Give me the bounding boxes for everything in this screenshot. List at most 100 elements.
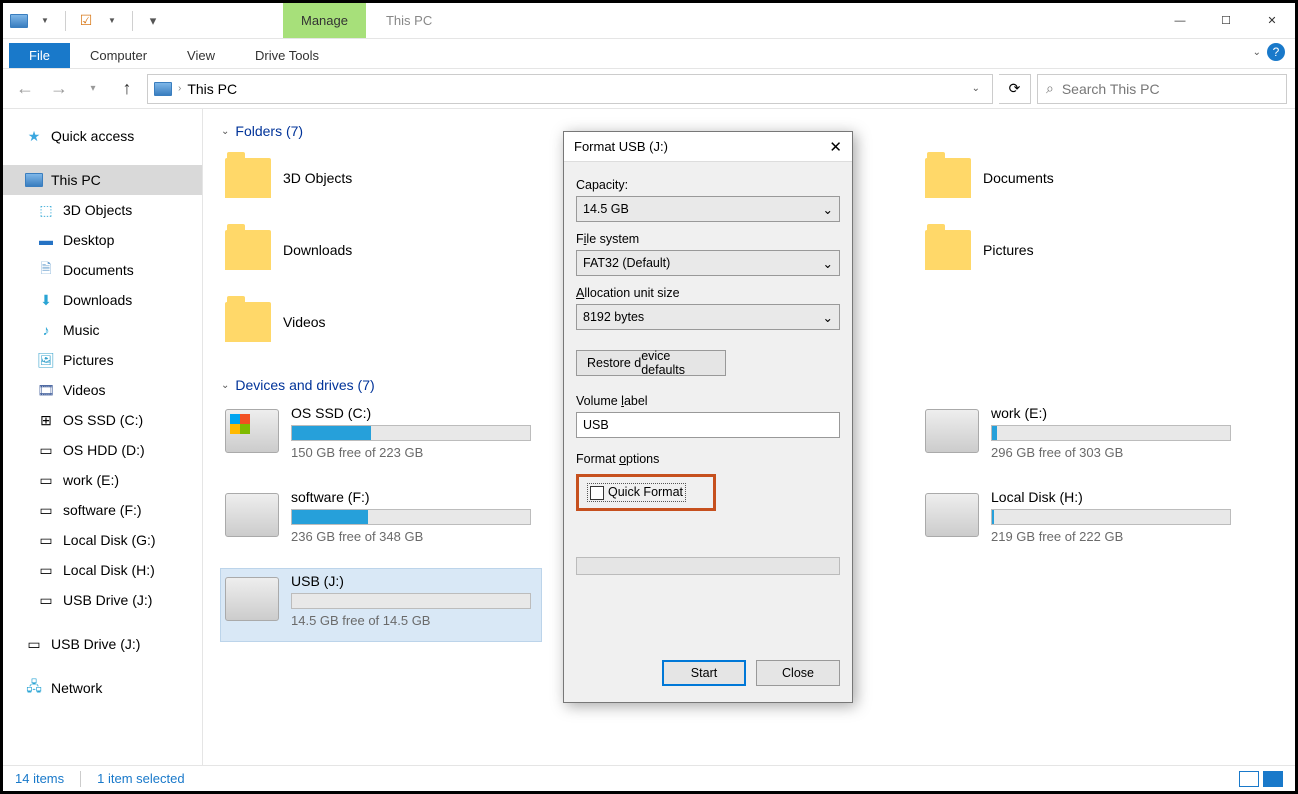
minimize-button[interactable]: — <box>1157 3 1203 38</box>
qat-customize-icon[interactable]: ▾ <box>143 11 163 31</box>
maximize-button[interactable]: ☐ <box>1203 3 1249 38</box>
nav-label: Local Disk (G:) <box>63 532 156 548</box>
nav-work[interactable]: ▭work (E:) <box>3 465 202 495</box>
drive-os-ssd[interactable]: OS SSD (C:) 150 GB free of 223 GB <box>221 401 541 473</box>
nav-label: Local Disk (H:) <box>63 562 155 578</box>
nav-recent-dropdown[interactable]: ▾ <box>79 75 107 103</box>
folder-videos[interactable]: Videos <box>221 291 541 353</box>
folder-3d-objects[interactable]: 3D Objects <box>221 147 541 209</box>
qat-dropdown2-icon[interactable]: ▼ <box>102 11 122 31</box>
nav-label: Downloads <box>63 292 132 308</box>
folder-label: 3D Objects <box>283 170 352 186</box>
nav-desktop[interactable]: ▬Desktop <box>3 225 202 255</box>
properties-icon[interactable]: ☑ <box>76 11 96 31</box>
nav-software[interactable]: ▭software (F:) <box>3 495 202 525</box>
quick-format-checkbox[interactable]: Quick Format <box>587 483 686 502</box>
address-dropdown-icon[interactable]: ⌄ <box>966 83 986 94</box>
drive-capacity-bar <box>991 509 1231 525</box>
nav-label: Pictures <box>63 352 114 368</box>
folder-icon <box>225 158 271 198</box>
folder-documents[interactable]: Documents <box>921 147 1241 209</box>
nav-videos[interactable]: 🎞Videos <box>3 375 202 405</box>
window-title: This PC <box>386 3 432 38</box>
start-button[interactable]: Start <box>662 660 746 686</box>
tab-drive-tools[interactable]: Drive Tools <box>235 43 339 68</box>
nav-documents[interactable]: 🗎Documents <box>3 255 202 285</box>
nav-quick-access[interactable]: ★ Quick access <box>3 121 202 151</box>
restore-defaults-button[interactable]: Restore device defaults <box>576 350 726 376</box>
nav-usb-drive[interactable]: ▭USB Drive (J:) <box>3 585 202 615</box>
tab-view[interactable]: View <box>167 43 235 68</box>
nav-os-ssd[interactable]: ⊞OS SSD (C:) <box>3 405 202 435</box>
download-icon: ⬇ <box>37 291 55 309</box>
nav-label: OS SSD (C:) <box>63 412 143 428</box>
close-button[interactable]: ✕ <box>1249 3 1295 38</box>
help-icon[interactable]: ? <box>1267 43 1285 61</box>
allocation-select[interactable]: 8192 bytes ⌄ <box>576 304 840 330</box>
nav-label: This PC <box>51 172 101 188</box>
quick-access-toolbar: ▼ ☑ ▼ ▾ <box>3 3 163 38</box>
status-selection: 1 item selected <box>97 771 184 786</box>
drive-work[interactable]: work (E:) 296 GB free of 303 GB <box>921 401 1241 473</box>
close-button[interactable]: Close <box>756 660 840 686</box>
nav-pictures[interactable]: 🖼Pictures <box>3 345 202 375</box>
format-options-label: Format options <box>576 452 840 466</box>
dialog-buttons: Start Close <box>564 646 852 702</box>
filesystem-select[interactable]: FAT32 (Default) ⌄ <box>576 250 840 276</box>
drive-icon <box>925 493 979 537</box>
nav-label: USB Drive (J:) <box>51 636 140 652</box>
capacity-select[interactable]: 14.5 GB ⌄ <box>576 196 840 222</box>
tab-file[interactable]: File <box>9 43 70 68</box>
details-view-button[interactable] <box>1239 771 1259 787</box>
chevron-down-icon: ⌄ <box>823 202 833 217</box>
drive-free-text: 219 GB free of 222 GB <box>991 529 1237 544</box>
tab-computer[interactable]: Computer <box>70 43 167 68</box>
refresh-button[interactable]: ⟳ <box>999 74 1031 104</box>
qat-separator-2 <box>132 11 133 31</box>
filesystem-label: File system <box>576 232 840 246</box>
format-progress-bar <box>576 557 840 575</box>
ribbon-collapse-icon[interactable]: ⌄ <box>1253 47 1261 58</box>
nav-music[interactable]: ♪Music <box>3 315 202 345</box>
folder-downloads[interactable]: Downloads <box>221 219 541 281</box>
nav-label: USB Drive (J:) <box>63 592 152 608</box>
view-toggles <box>1239 771 1283 787</box>
dialog-close-button[interactable]: ✕ <box>829 138 842 156</box>
ribbon-context-manage[interactable]: Manage <box>283 3 366 38</box>
drive-local-h[interactable]: Local Disk (H:) 219 GB free of 222 GB <box>921 485 1241 557</box>
nav-forward-button[interactable]: → <box>45 75 73 103</box>
nav-local-h[interactable]: ▭Local Disk (H:) <box>3 555 202 585</box>
cube-icon: ⬚ <box>37 201 55 219</box>
format-options-highlight: Quick Format <box>576 474 716 511</box>
nav-os-hdd[interactable]: ▭OS HDD (D:) <box>3 435 202 465</box>
nav-usb-drive-root[interactable]: ▭USB Drive (J:) <box>3 629 202 659</box>
star-icon: ★ <box>25 127 43 145</box>
qat-separator <box>65 11 66 31</box>
nav-this-pc[interactable]: This PC <box>3 165 202 195</box>
nav-up-button[interactable]: ↑ <box>113 75 141 103</box>
nav-downloads[interactable]: ⬇ Downloads <box>3 285 202 315</box>
network-icon: 🖧 <box>25 679 43 697</box>
tiles-view-button[interactable] <box>1263 771 1283 787</box>
drive-icon: ▭ <box>37 531 55 549</box>
drive-software[interactable]: software (F:) 236 GB free of 348 GB <box>221 485 541 557</box>
nav-3d-objects[interactable]: ⬚ 3D Objects <box>3 195 202 225</box>
nav-label: Videos <box>63 382 106 398</box>
nav-back-button[interactable]: ← <box>11 75 39 103</box>
drive-free-text: 150 GB free of 223 GB <box>291 445 537 460</box>
nav-label: 3D Objects <box>63 202 132 218</box>
folder-pictures[interactable]: Pictures <box>921 219 1241 281</box>
search-input[interactable]: ⌕ Search This PC <box>1037 74 1287 104</box>
folder-label: Downloads <box>283 242 352 258</box>
nav-local-g[interactable]: ▭ Local Disk (G:) <box>3 525 202 555</box>
document-icon: 🗎 <box>37 261 55 279</box>
folder-icon <box>225 230 271 270</box>
checkbox-icon <box>590 486 604 500</box>
drive-usb[interactable]: USB (J:) 14.5 GB free of 14.5 GB <box>221 569 541 641</box>
status-item-count: 14 items <box>15 771 64 786</box>
volume-label-input[interactable]: USB <box>576 412 840 438</box>
qat-dropdown-icon[interactable]: ▼ <box>35 11 55 31</box>
drive-icon: ▭ <box>37 501 55 519</box>
address-bar[interactable]: › This PC ⌄ <box>147 74 993 104</box>
nav-network[interactable]: 🖧Network <box>3 673 202 703</box>
